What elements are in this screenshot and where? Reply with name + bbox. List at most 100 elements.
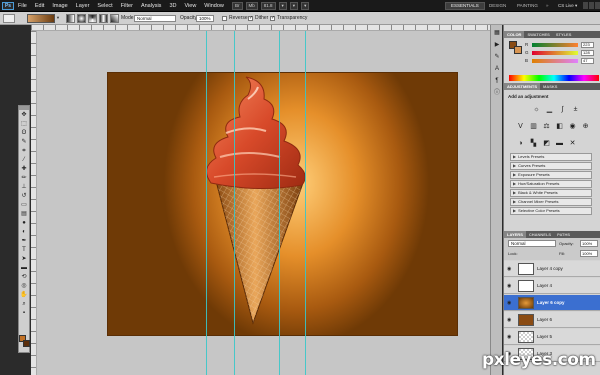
vibrance-icon[interactable]: V: [516, 122, 525, 131]
history-brush-tool-icon[interactable]: ↺: [20, 193, 28, 200]
3d-rotate-tool-icon[interactable]: ⟲: [20, 274, 28, 281]
chevron-down-icon[interactable]: ▼: [56, 15, 60, 20]
preset-item[interactable]: ▶ Selective Color Presets: [510, 207, 592, 215]
workspace-design[interactable]: DESIGN: [484, 2, 511, 10]
paragraph-panel-icon[interactable]: ¶: [493, 77, 501, 85]
radial-gradient-icon[interactable]: [77, 14, 86, 23]
tab-color[interactable]: COLOR: [504, 31, 525, 38]
hand-tool-icon[interactable]: ✋: [20, 292, 28, 299]
history-panel-icon[interactable]: ▦: [493, 29, 501, 37]
gradient-tool-icon[interactable]: ▤: [20, 211, 28, 218]
eyedropper-tool-icon[interactable]: ⁄: [20, 157, 28, 164]
guide-line[interactable]: [279, 31, 280, 375]
green-slider[interactable]: [532, 51, 578, 55]
blur-tool-icon[interactable]: ●: [20, 220, 28, 227]
reflected-gradient-icon[interactable]: [99, 14, 108, 23]
linear-gradient-icon[interactable]: [66, 14, 75, 23]
dither-checkbox[interactable]: [248, 15, 253, 21]
invert-icon[interactable]: ◑: [516, 139, 525, 148]
zoom-tool-icon[interactable]: ⌕: [20, 301, 28, 308]
preset-item[interactable]: ▶ Black & White Presets: [510, 189, 592, 197]
eye-icon[interactable]: ◉: [507, 266, 511, 272]
crop-tool-icon[interactable]: ⌗: [20, 148, 28, 155]
blue-value-field[interactable]: 47: [581, 58, 594, 64]
pen-tool-icon[interactable]: ✒: [20, 238, 28, 245]
dodge-tool-icon[interactable]: ◐: [20, 229, 28, 236]
guide-line[interactable]: [206, 31, 207, 375]
blue-slider[interactable]: [532, 59, 578, 63]
workspace-more-button[interactable]: »: [541, 2, 554, 10]
lasso-tool-icon[interactable]: ʘ: [20, 130, 28, 137]
angle-gradient-icon[interactable]: [88, 14, 97, 23]
eraser-tool-icon[interactable]: ▭: [20, 202, 28, 209]
gradient-map-icon[interactable]: ▬: [555, 139, 564, 148]
color-spectrum-ramp[interactable]: [509, 75, 599, 81]
opacity-field[interactable]: 100%: [196, 15, 214, 22]
brush-tool-icon[interactable]: ✏: [20, 175, 28, 182]
tab-masks[interactable]: MASKS: [540, 83, 560, 90]
workspace-essentials[interactable]: ESSENTIALS: [445, 2, 485, 10]
reverse-checkbox[interactable]: [222, 16, 227, 21]
mode-select[interactable]: Normal: [134, 15, 176, 22]
fill-field[interactable]: 100%: [580, 250, 598, 257]
layer-opacity-field[interactable]: 100%: [580, 240, 598, 247]
channel-mixer-icon[interactable]: ⊕: [581, 122, 590, 131]
eye-icon[interactable]: ◉: [507, 317, 511, 323]
red-slider[interactable]: [532, 43, 578, 47]
tools-panel-grip[interactable]: [19, 106, 29, 110]
vertical-ruler[interactable]: [31, 31, 37, 375]
tab-adjustments[interactable]: ADJUSTMENTS: [504, 83, 541, 90]
zoom-level-dropdown[interactable]: 81.8: [260, 2, 276, 10]
photo-filter-icon[interactable]: ◉: [568, 122, 577, 131]
tab-layers[interactable]: LAYERS: [504, 231, 526, 238]
arrange-documents-button[interactable]: ▾: [278, 2, 287, 10]
tab-styles[interactable]: STYLES: [553, 31, 575, 38]
minimize-button[interactable]: [583, 2, 588, 9]
eye-icon[interactable]: ◉: [507, 334, 511, 340]
gradient-picker[interactable]: [27, 14, 55, 23]
brightness-contrast-icon[interactable]: ☼: [532, 105, 541, 114]
brush-panel-icon[interactable]: ✎: [493, 53, 501, 61]
character-panel-icon[interactable]: A: [493, 65, 501, 73]
move-tool-icon[interactable]: ✥: [20, 112, 28, 119]
3d-orbit-tool-icon[interactable]: ◎: [20, 283, 28, 290]
preset-item[interactable]: ▶ Hue/Saturation Presets: [510, 180, 592, 188]
bridge-button[interactable]: Br: [232, 2, 243, 10]
layer-row[interactable]: ◉ Layer 4 copy: [504, 261, 600, 277]
guide-line[interactable]: [234, 31, 235, 375]
minibridge-button[interactable]: Mb: [245, 2, 258, 10]
layer-row[interactable]: ◉ Layer 4: [504, 278, 600, 294]
eye-icon[interactable]: ◉: [507, 283, 511, 289]
menu-image[interactable]: Image: [52, 0, 67, 12]
preset-item[interactable]: ▶ Levels Presets: [510, 153, 592, 161]
image-canvas[interactable]: [107, 72, 458, 336]
clone-stamp-tool-icon[interactable]: ⊥: [20, 184, 28, 191]
workspace-painting[interactable]: PAINTING: [512, 2, 543, 10]
levels-icon[interactable]: ▁: [545, 105, 554, 114]
preset-item[interactable]: ▶ Curves Presets: [510, 162, 592, 170]
background-color-swatch[interactable]: [23, 340, 30, 347]
horizontal-ruler[interactable]: [31, 25, 502, 31]
info-panel-icon[interactable]: ⓘ: [493, 89, 501, 97]
menu-3d[interactable]: 3D: [169, 0, 176, 12]
path-selection-tool-icon[interactable]: ➤: [20, 256, 28, 263]
cs-live-button[interactable]: CS Live ▾: [558, 1, 577, 11]
screen-mode-button[interactable]: ▾: [289, 2, 299, 10]
curves-icon[interactable]: ∫: [558, 105, 567, 114]
black-white-icon[interactable]: ◧: [555, 122, 564, 131]
type-tool-icon[interactable]: T: [20, 247, 28, 254]
menu-select[interactable]: Select: [97, 0, 112, 12]
menu-layer[interactable]: Layer: [76, 0, 90, 12]
menu-file[interactable]: File: [18, 0, 27, 12]
color-balance-icon[interactable]: ⚖: [542, 122, 551, 131]
healing-brush-tool-icon[interactable]: ✚: [20, 166, 28, 173]
layer-row-selected[interactable]: ◉ Layer 6 copy: [504, 295, 600, 311]
green-value-field[interactable]: 128: [581, 50, 594, 56]
maximize-button[interactable]: [589, 2, 594, 9]
preset-item[interactable]: ▶ Channel Mixer Presets: [510, 198, 592, 206]
tab-paths[interactable]: PATHS: [554, 231, 573, 238]
shape-tool-icon[interactable]: ▬: [20, 265, 28, 272]
tab-channels[interactable]: CHANNELS: [526, 231, 554, 238]
hue-saturation-icon[interactable]: ▥: [529, 122, 538, 131]
menu-analysis[interactable]: Analysis: [141, 0, 161, 12]
